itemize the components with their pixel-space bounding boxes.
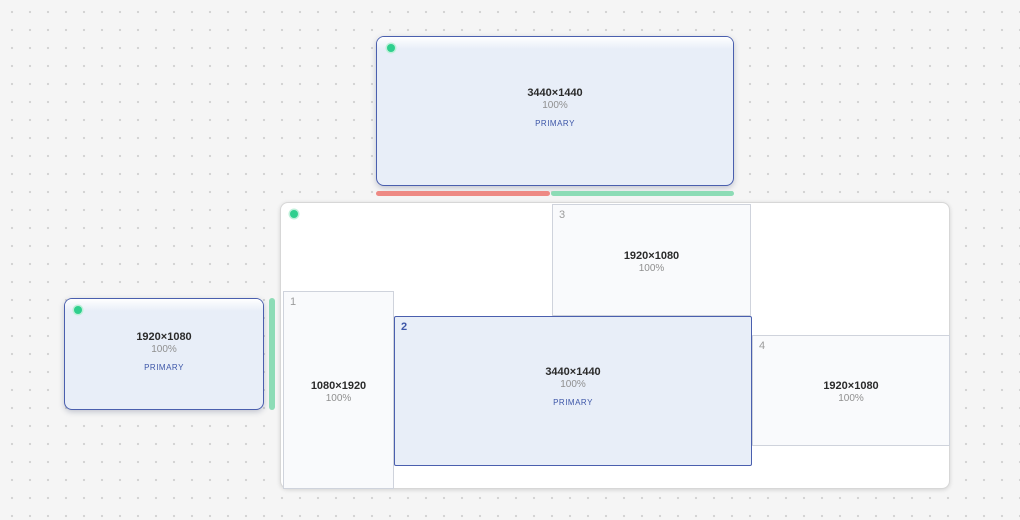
status-dot-icon: [74, 306, 82, 314]
monitor-scale: 100%: [542, 100, 568, 111]
monitor-scale: 100%: [638, 263, 665, 274]
monitor-resolution: 3440×1440: [545, 366, 601, 378]
primary-badge: PRIMARY: [535, 119, 575, 128]
monitor-resolution: 1920×1080: [823, 380, 879, 392]
monitor-number: 2: [401, 321, 408, 333]
monitor-resolution: 1080×1920: [310, 380, 367, 392]
floating-monitor-top[interactable]: 3440×1440 100% PRIMARY: [376, 36, 734, 186]
snap-indicator-valid: [269, 298, 275, 410]
card-header: [377, 37, 733, 49]
arrangement-canvas[interactable]: 1 1080×1920 100% 3 1920×1080 100% 4 1920…: [280, 202, 950, 489]
monitor-scale: 100%: [151, 344, 177, 355]
snap-indicator-valid: [551, 191, 734, 196]
primary-badge: PRIMARY: [553, 398, 593, 407]
monitor-4[interactable]: 4 1920×1080 100%: [752, 335, 950, 446]
monitor-1[interactable]: 1 1080×1920 100%: [283, 291, 394, 489]
status-dot-icon: [290, 210, 298, 218]
card-header: [65, 299, 263, 311]
monitor-resolution: 1920×1080: [623, 250, 680, 262]
monitor-scale: 100%: [325, 393, 352, 404]
monitor-number: 3: [559, 209, 566, 221]
monitor-2[interactable]: 2 3440×1440 100% PRIMARY: [394, 316, 752, 466]
primary-badge: PRIMARY: [144, 363, 184, 372]
monitor-3[interactable]: 3 1920×1080 100%: [552, 204, 751, 316]
floating-monitor-left[interactable]: 1920×1080 100% PRIMARY: [64, 298, 264, 410]
monitor-scale: 100%: [560, 379, 586, 390]
status-dot-icon: [387, 44, 395, 52]
monitor-resolution: 1920×1080: [136, 331, 192, 343]
monitor-scale: 100%: [838, 393, 864, 404]
monitor-resolution: 3440×1440: [527, 87, 583, 99]
monitor-number: 4: [759, 340, 766, 352]
monitor-number: 1: [290, 296, 297, 308]
snap-indicator-conflict: [376, 191, 550, 196]
